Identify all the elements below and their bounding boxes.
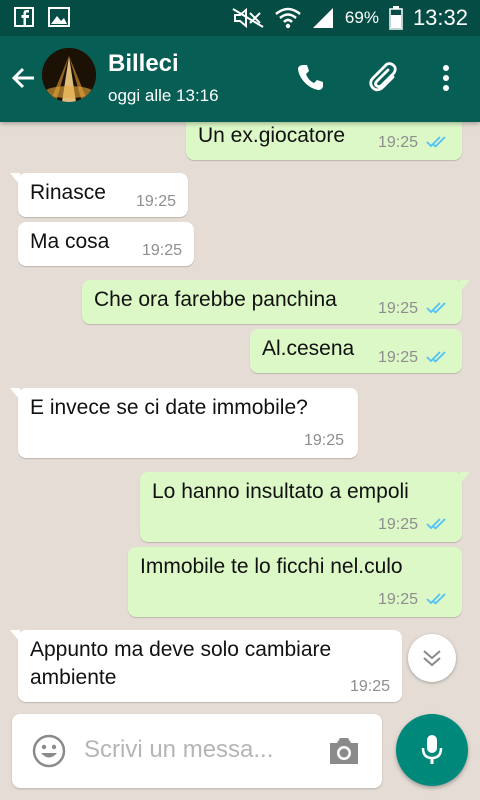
mic-button[interactable]	[396, 714, 468, 786]
incoming-message[interactable]: Rinasce 19:25	[10, 173, 188, 217]
message-composer: Scrivi un messa...	[12, 714, 382, 788]
outgoing-message[interactable]: Lo hanno insultato a empoli 19:25	[140, 472, 470, 542]
message-text: Al.cesena	[262, 337, 355, 360]
facebook-icon	[14, 7, 34, 27]
outgoing-message[interactable]: Immobile te lo ficchi nel.culo 19:25	[128, 547, 462, 617]
double-check-icon	[426, 136, 446, 148]
message-list[interactable]: Un ex.giocatore 19:25 Rinasce 19:25 Ma c…	[0, 112, 480, 712]
message-time: 19:25	[378, 349, 419, 366]
message-time: 19:25	[378, 516, 419, 533]
message-time: 19:25	[142, 242, 183, 259]
mute-icon	[232, 7, 264, 29]
message-text: Un ex.giocatore	[198, 124, 346, 147]
message-time: 19:25	[378, 134, 419, 151]
clock: 13:32	[412, 5, 468, 30]
last-seen: oggi alle 13:16	[108, 86, 219, 105]
camera-icon[interactable]	[326, 734, 362, 768]
scroll-to-bottom-button[interactable]	[408, 634, 456, 682]
gallery-icon	[48, 7, 70, 27]
message-text: Rinasce	[30, 181, 106, 204]
wifi-icon	[275, 7, 301, 29]
message-text: E invece se ci date immobile?	[30, 396, 308, 419]
battery-icon	[389, 6, 403, 30]
contact-name[interactable]: Billeci	[108, 50, 179, 78]
phone-icon[interactable]	[296, 62, 326, 92]
double-check-icon	[426, 518, 446, 530]
chat-header: Billeci oggi alle 13:16	[0, 36, 480, 122]
incoming-message[interactable]: E invece se ci date immobile? 19:25	[10, 388, 358, 458]
message-text: Immobile te lo ficchi nel.culo	[140, 555, 403, 578]
chevron-down-icon	[423, 650, 441, 667]
back-arrow-icon[interactable]	[10, 64, 38, 92]
message-time: 19:25	[304, 432, 345, 449]
attach-icon[interactable]	[366, 60, 400, 94]
more-icon[interactable]	[440, 64, 452, 92]
double-check-icon	[426, 302, 446, 314]
message-text: Appunto ma deve solo cambiare ambiente	[30, 638, 332, 689]
double-check-icon	[426, 351, 446, 363]
message-input[interactable]: Scrivi un messa...	[84, 736, 273, 764]
message-time: 19:25	[378, 591, 419, 608]
message-time: 19:25	[136, 193, 177, 210]
mic-icon	[421, 735, 443, 764]
outgoing-message[interactable]: Che ora farebbe panchina 19:25	[82, 280, 470, 324]
message-time: 19:25	[378, 300, 419, 317]
message-text: Ma cosa	[30, 230, 110, 253]
emoji-icon[interactable]	[32, 734, 66, 768]
message-time: 19:25	[350, 678, 391, 695]
incoming-message[interactable]: Ma cosa 19:25	[18, 222, 194, 266]
avatar[interactable]	[42, 48, 96, 102]
double-check-icon	[426, 593, 446, 605]
battery-percentage: 69%	[344, 8, 379, 27]
status-bar: 69% 13:32	[0, 0, 480, 36]
message-text: Lo hanno insultato a empoli	[152, 480, 409, 503]
signal-icon	[312, 8, 333, 28]
incoming-message[interactable]: Appunto ma deve solo cambiare ambiente 1…	[10, 630, 402, 702]
outgoing-message[interactable]: Al.cesena 19:25	[250, 329, 462, 373]
message-text: Che ora farebbe panchina	[94, 288, 337, 311]
